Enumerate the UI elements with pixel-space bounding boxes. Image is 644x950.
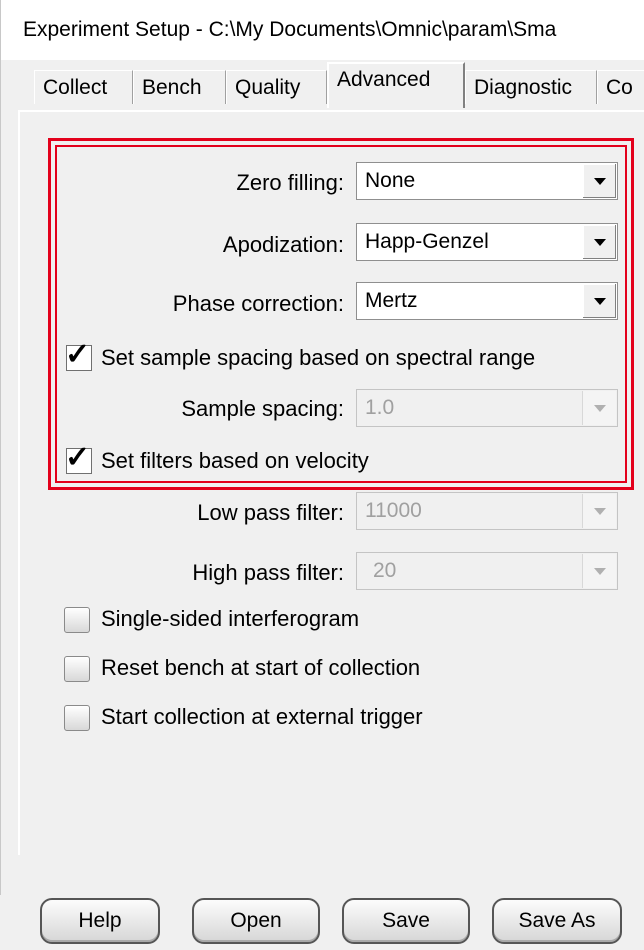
- dropdown-button: [582, 494, 616, 528]
- help-button[interactable]: Help: [40, 898, 160, 944]
- dropdown-button: [582, 554, 616, 588]
- low-pass-filter-label: Low pass filter:: [197, 500, 344, 525]
- external-trigger-checkbox[interactable]: [64, 705, 90, 731]
- tab-strip: Collect Bench Quality Advanced Diagnosti…: [0, 60, 644, 112]
- highlight-frame-inner: [55, 145, 627, 483]
- open-button[interactable]: Open: [192, 898, 320, 944]
- chevron-down-icon: [594, 568, 606, 575]
- title-bar: Experiment Setup - C:\My Documents\Omnic…: [0, 0, 644, 60]
- save-button[interactable]: Save: [342, 898, 470, 944]
- low-pass-filter-select: 11000: [356, 492, 618, 530]
- tab-co[interactable]: Co: [597, 70, 644, 104]
- single-sided-label[interactable]: Single-sided interferogram: [101, 606, 359, 632]
- single-sided-checkbox[interactable]: [64, 607, 90, 633]
- tab-advanced[interactable]: Advanced: [327, 62, 465, 108]
- high-pass-filter-value: 20: [373, 559, 397, 582]
- save-as-button[interactable]: Save As: [492, 898, 622, 944]
- tab-bench[interactable]: Bench: [133, 70, 226, 104]
- reset-bench-checkbox[interactable]: [64, 656, 90, 682]
- chevron-down-icon: [594, 508, 606, 515]
- tab-quality[interactable]: Quality: [226, 70, 327, 104]
- window-left-edge: [0, 60, 18, 950]
- tab-collect[interactable]: Collect: [34, 70, 133, 104]
- low-pass-filter-value: 11000: [365, 499, 422, 522]
- high-pass-filter-select: 20: [356, 552, 618, 590]
- high-pass-filter-label: High pass filter:: [192, 560, 344, 585]
- window-title: Experiment Setup - C:\My Documents\Omnic…: [23, 18, 557, 41]
- experiment-setup-window: Experiment Setup - C:\My Documents\Omnic…: [0, 0, 644, 950]
- external-trigger-label[interactable]: Start collection at external trigger: [101, 704, 423, 730]
- reset-bench-label[interactable]: Reset bench at start of collection: [101, 655, 420, 681]
- tab-diagnostic[interactable]: Diagnostic: [465, 70, 597, 104]
